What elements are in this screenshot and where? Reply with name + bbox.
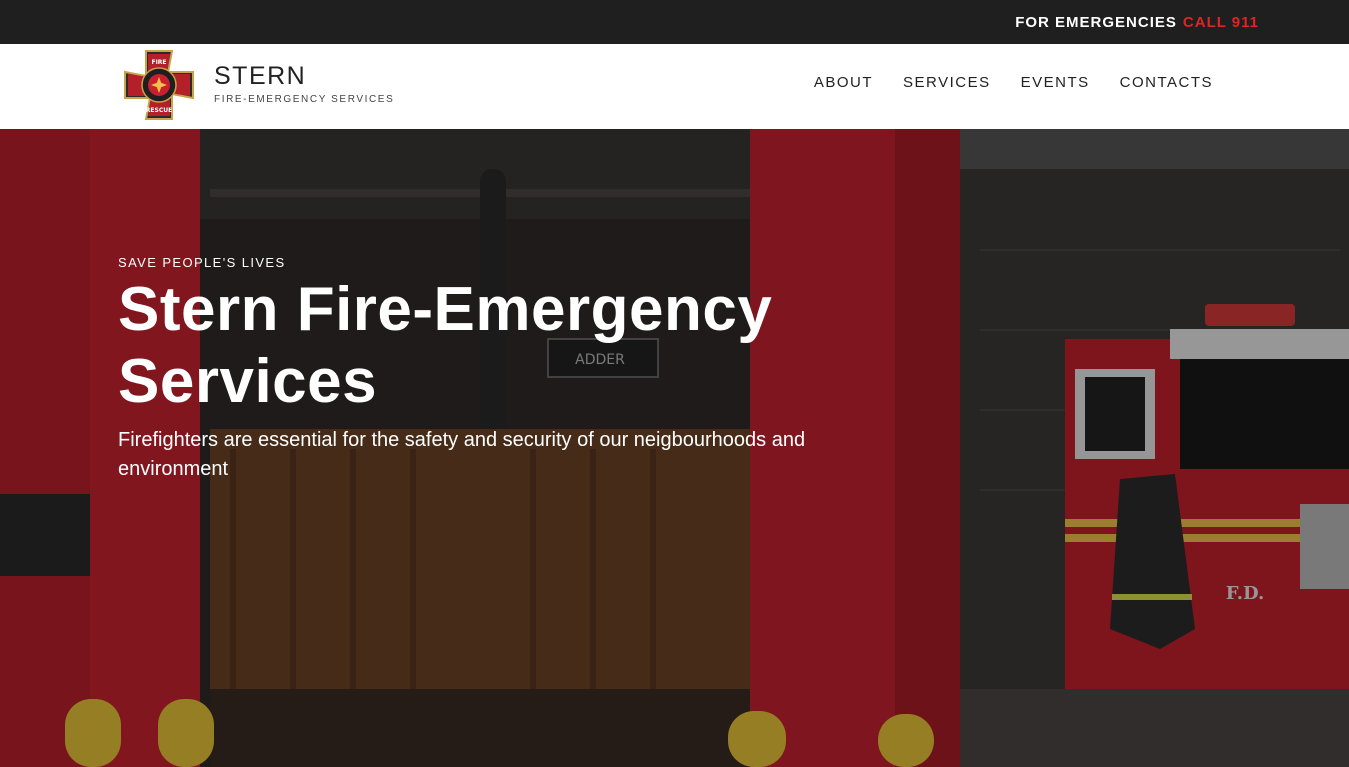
brand-name: STERN [214,62,307,90]
brand[interactable]: STERN FIRE-EMERGENCY SERVICES [214,62,394,105]
hero-title: Stern Fire-Emergency Services [118,275,773,416]
nav-contacts[interactable]: CONTACTS [1120,74,1213,91]
hero-subtitle: Firefighters are essential for the safet… [118,429,806,480]
hero-section: ADDER F.D. SAVE PEOPLE'S LIVES Stern Fir… [0,129,1349,767]
hero-content: SAVE PEOPLE'S LIVES Stern Fire-Emergency… [118,255,878,484]
emergency-label: FOR EMERGENCIES [1015,13,1177,31]
call-911-link[interactable]: CALL 911 [1183,14,1259,31]
main-nav: ABOUT SERVICES EVENTS CONTACTS [814,74,1213,91]
nav-services[interactable]: SERVICES [903,74,991,91]
badge-text-top: FIRE [151,59,166,66]
nav-events[interactable]: EVENTS [1021,74,1090,91]
brand-tagline: FIRE-EMERGENCY SERVICES [214,94,395,105]
hero-eyebrow: SAVE PEOPLE'S LIVES [118,255,286,270]
nav-about[interactable]: ABOUT [814,74,873,91]
fire-rescue-badge-icon[interactable]: FIRE RESCUE [122,48,196,122]
badge-text-bottom: RESCUE [146,107,172,114]
emergency-bar: FOR EMERGENCIES CALL 911 [0,0,1349,44]
site-header: FIRE RESCUE STERN FIRE-EMERGENCY SERVICE… [0,44,1349,129]
